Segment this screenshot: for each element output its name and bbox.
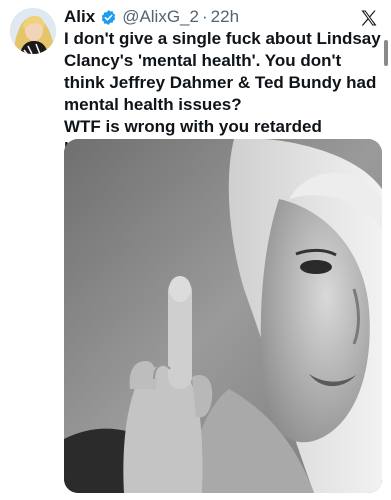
- tweet-header: Alix @AlixG_2 · 22h: [64, 6, 377, 28]
- tweet[interactable]: Alix @AlixG_2 · 22h I don't give a singl…: [0, 0, 391, 500]
- tweet-photo[interactable]: [64, 139, 382, 493]
- verified-badge-icon: [100, 9, 117, 26]
- header-separator: ·: [201, 7, 208, 26]
- author-handle[interactable]: @AlixG_2: [122, 7, 199, 27]
- photo-image: [64, 139, 382, 493]
- author-name[interactable]: Alix: [64, 7, 95, 27]
- avatar[interactable]: [10, 8, 56, 54]
- tweet-timestamp[interactable]: 22h: [211, 7, 239, 27]
- scrollbar[interactable]: [384, 40, 388, 66]
- tweet-text-line: I don't give a single fuck about Lindsay…: [64, 29, 381, 114]
- avatar-photo-icon: [10, 8, 56, 54]
- x-logo-icon: [359, 8, 379, 28]
